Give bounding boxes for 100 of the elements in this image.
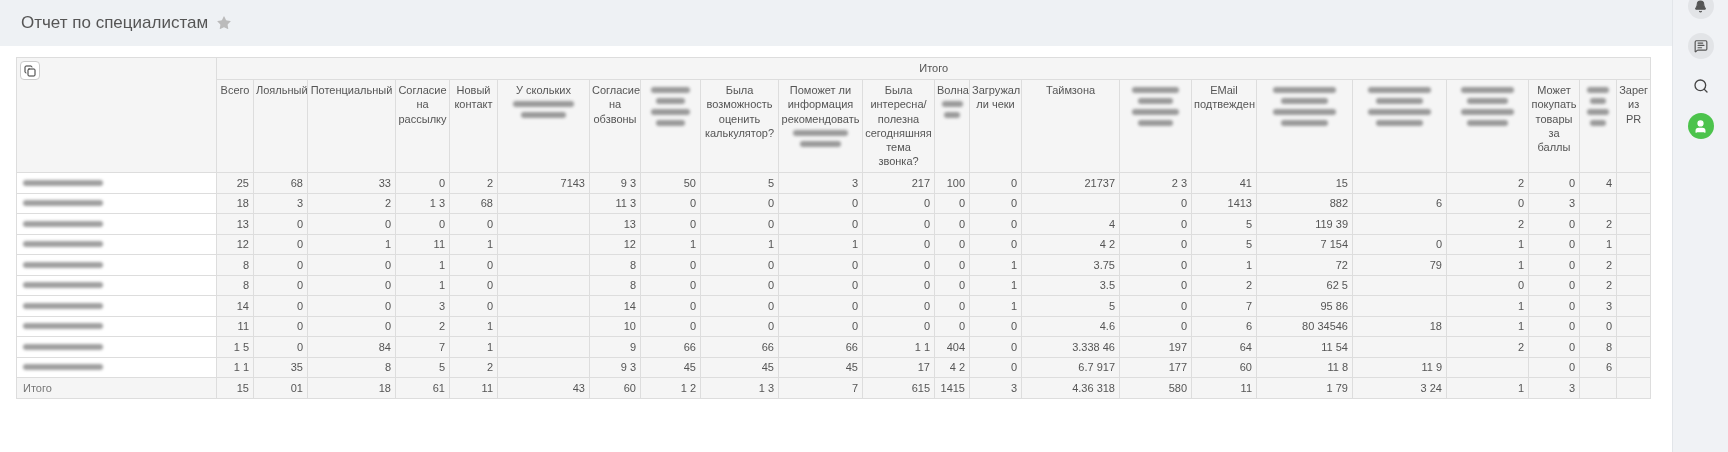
table-cell: 1 1	[233, 361, 249, 373]
table-cell: 1 3	[758, 381, 774, 394]
column-heading: Волна	[937, 83, 967, 98]
table-cell: 0	[851, 217, 858, 230]
table-cell: 0	[1517, 197, 1524, 209]
table-cell: 3	[1010, 381, 1017, 394]
table-cell: 1	[1010, 258, 1017, 271]
table-cell: 6	[1605, 361, 1612, 373]
table-cell: 404	[946, 340, 965, 353]
chat-button[interactable]	[1687, 33, 1714, 59]
table-cell: 0	[296, 258, 303, 271]
table-cell: 0	[1568, 279, 1575, 291]
table-cell: 0	[384, 258, 391, 271]
table-cell: 119 39	[1315, 217, 1348, 230]
table-cell: 0	[1605, 320, 1612, 332]
table-cell: 1415	[940, 381, 965, 394]
favorite-star-icon[interactable]	[216, 15, 233, 31]
table-cell: 0	[438, 217, 445, 230]
table-cell: 0	[851, 258, 858, 271]
table-cell: 0	[384, 279, 391, 291]
table-cell: 0	[1010, 217, 1017, 230]
table-cell: 7	[851, 381, 858, 394]
table-cell: 1 1	[914, 340, 930, 353]
table-cell: 11 3	[615, 197, 636, 209]
table-cell: 13	[623, 217, 636, 230]
table-cell: 2	[1517, 217, 1524, 230]
table-cell: 61	[432, 381, 445, 394]
table-cell: 1	[486, 340, 493, 353]
table-cell: 8	[629, 279, 636, 291]
table-cell: 1	[438, 258, 445, 271]
table-cell: 0	[923, 258, 930, 271]
table-cell: 1	[689, 238, 696, 250]
table-cell: 11 54	[1321, 340, 1348, 353]
table-cell: 0	[923, 320, 930, 332]
table-cell: 5	[1245, 217, 1252, 230]
copy-button[interactable]	[20, 61, 40, 80]
table-cell: 5	[767, 176, 774, 189]
column-heading: Новый контакт	[453, 83, 494, 112]
column-heading: Была интересна/ полезна сегодняшняя тема звонка?	[865, 83, 932, 169]
table-cell: 8	[242, 279, 249, 291]
table-cell: 1	[1010, 279, 1017, 291]
table-cell: 14	[236, 299, 249, 312]
table-cell: 0	[486, 258, 493, 271]
table-cell: 66	[845, 340, 858, 353]
table-cell: 1413	[1227, 197, 1252, 209]
table-cell: 72	[1335, 258, 1348, 271]
table-cell: 4 2	[1099, 238, 1115, 250]
table-cell: 4 2	[949, 361, 965, 373]
notifications-button[interactable]	[1687, 0, 1714, 19]
column-heading: Потенциальный	[310, 83, 393, 98]
table-cell: 0	[486, 299, 493, 312]
table-cell: 2	[1517, 340, 1524, 353]
table-cell: 0	[689, 299, 696, 312]
column-heading: Зарег из PR	[1619, 83, 1649, 126]
table-cell: 2	[1517, 176, 1524, 189]
table-cell: 9 3	[620, 361, 636, 373]
table-cell: 0	[851, 197, 858, 209]
table-cell: 1	[438, 279, 445, 291]
table-cell: 0	[923, 197, 930, 209]
table-cell: 1	[486, 238, 493, 250]
table-cell: 0	[851, 320, 858, 332]
table-cell: 14	[623, 299, 636, 312]
table-cell: 45	[683, 361, 696, 373]
table-cell: 3.5	[1099, 279, 1115, 291]
table-cell: 0	[296, 279, 303, 291]
table-cell: 0	[851, 279, 858, 291]
table-cell: 0	[486, 279, 493, 291]
table-cell: 0	[296, 340, 303, 353]
table-cell: 1	[1010, 299, 1017, 312]
table-cell: 8	[629, 258, 636, 271]
search-icon	[1692, 78, 1709, 94]
table-cell: 6.7 917	[1078, 361, 1115, 373]
table-cell: 10	[623, 320, 636, 332]
table-cell: 0	[486, 217, 493, 230]
table-cell: 5	[1245, 238, 1252, 250]
table-cell: 45	[761, 361, 774, 373]
table-cell: 3	[1605, 299, 1612, 312]
table-cell: 0	[1180, 238, 1187, 250]
table-cell: 1	[1517, 320, 1524, 332]
total-label: Итого	[23, 381, 52, 394]
table-cell: 0	[1010, 320, 1017, 332]
table-cell: 0	[1180, 197, 1187, 209]
table-cell: 3 24	[1420, 381, 1442, 394]
table-cell: 882	[1329, 197, 1348, 209]
column-heading: Поможет ли информация рекомендовать	[781, 83, 860, 126]
table-cell: 1	[1517, 381, 1524, 394]
table-cell: 6	[1435, 197, 1442, 209]
column-heading: Лояльный	[256, 83, 305, 98]
table-cell: 12	[236, 238, 249, 250]
column-heading: Загружал ли чеки	[972, 83, 1019, 112]
table-cell: 0	[1568, 340, 1575, 353]
table-cell: 66	[761, 340, 774, 353]
table-cell: 1	[1517, 238, 1524, 250]
table-cell: 60	[1239, 361, 1252, 373]
table-cell: 0	[923, 299, 930, 312]
table-cell: 0	[689, 197, 696, 209]
table-cell: 0	[767, 320, 774, 332]
table-cell: 0	[1010, 238, 1017, 250]
table-cell: 01	[290, 381, 303, 394]
table-cell: 3.75	[1093, 258, 1115, 271]
